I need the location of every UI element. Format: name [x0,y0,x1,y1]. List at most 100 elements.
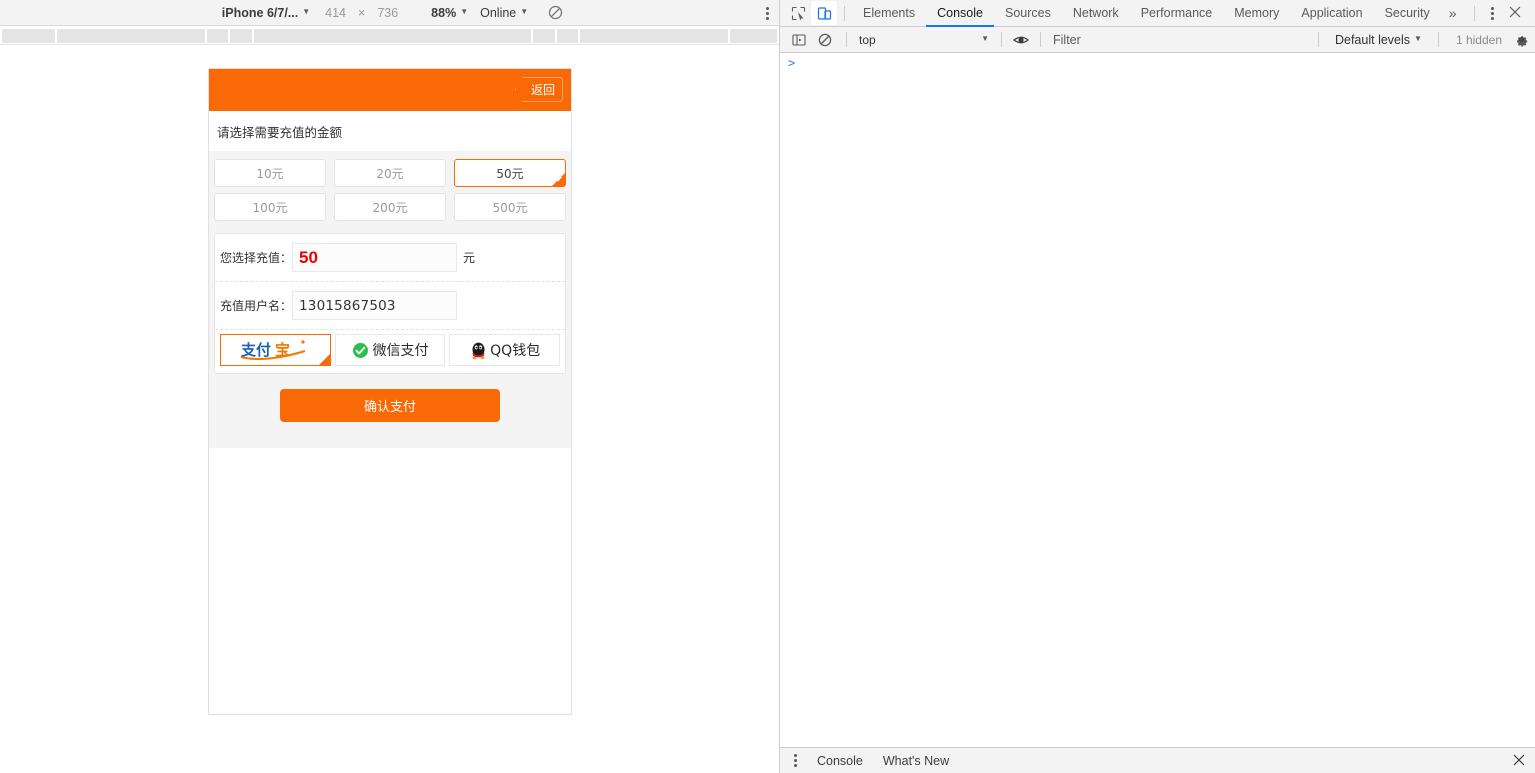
console-output[interactable]: > [780,53,1535,747]
inspect-element-icon[interactable] [785,1,811,25]
ruler-segment[interactable] [57,29,204,43]
ruler-segment[interactable] [533,29,555,43]
ruler-segment[interactable] [730,29,777,43]
zoom-level-label: 88% [431,6,456,20]
confirm-area: 确认支付 [209,374,571,440]
device-emulation-pane: iPhone 6/7/... ▼ 414 × 736 88% ▼ Online … [0,0,780,773]
console-sidebar-icon[interactable] [786,28,812,52]
kebab-dot [794,759,797,762]
hidden-messages-count: 1 hidden [1447,33,1511,47]
gear-icon[interactable] [1511,32,1535,47]
media-query-ruler[interactable] [0,26,779,45]
back-button[interactable]: 返回 [515,77,563,102]
no-throttling-icon[interactable] [548,5,563,20]
device-toolbar-icon[interactable] [811,1,837,25]
ruler-segment[interactable] [557,29,579,43]
tab-memory[interactable]: Memory [1223,0,1290,27]
payment-method-label: QQ钱包 [490,340,540,360]
ruler-segment[interactable] [2,29,55,43]
amount-option-20[interactable]: 20元 [334,159,446,187]
tab-label: Elements [863,6,915,20]
payment-method-qq[interactable]: QQ钱包 [449,334,560,366]
zoom-selector[interactable]: 88% ▼ [425,0,474,26]
kebab-dot [766,12,769,15]
console-filter-input[interactable] [1049,30,1310,50]
ruler-segment[interactable] [580,29,727,43]
tab-performance[interactable]: Performance [1130,0,1224,27]
drawer-menu-button[interactable] [784,754,807,767]
device-selector[interactable]: iPhone 6/7/... ▼ [216,0,316,26]
drawer-tab-console[interactable]: Console [807,748,873,773]
amount-option-label: 200元 [373,199,408,216]
username-input[interactable]: 13015867503 [292,291,457,320]
toolbar-divider [1438,32,1439,47]
more-tabs-button[interactable]: » [1441,5,1465,21]
tab-console[interactable]: Console [926,0,994,27]
confirm-payment-button[interactable]: 确认支付 [280,389,500,422]
console-prompt-row[interactable]: > [780,53,1535,72]
toolbar-divider [1474,6,1475,21]
device-selector-label: iPhone 6/7/... [222,6,298,20]
clear-console-icon[interactable] [812,28,838,52]
viewport-width-input[interactable]: 414 [316,6,355,20]
tab-label: Console [937,6,983,20]
drawer-tab-label: What's New [883,754,949,768]
tab-elements[interactable]: Elements [852,0,926,27]
console-prompt-arrow: > [788,56,795,70]
chevron-down-icon: ▼ [1414,34,1422,43]
amount-option-10[interactable]: 10元 [214,159,326,187]
ruler-segment[interactable] [207,29,229,43]
amount-option-100[interactable]: 100元 [214,193,326,221]
payment-method-row: 支付 宝 [215,330,565,373]
amount-option-500[interactable]: 500元 [454,193,566,221]
amount-option-grid: 10元 20元 50元 100元 200元 [209,151,571,229]
network-throttle-selector[interactable]: Online ▼ [474,0,534,26]
toolbar-divider [844,6,845,21]
amount-option-200[interactable]: 200元 [334,193,446,221]
execution-context-selector[interactable]: top ▼ [855,30,993,50]
tab-application[interactable]: Application [1290,0,1373,27]
amount-option-label: 100元 [253,199,288,216]
payment-method-label: 微信支付 [373,340,429,360]
payment-method-wechat[interactable]: 微信支付 [335,334,446,366]
amount-input-value: 50 [299,248,318,268]
tab-sources[interactable]: Sources [994,0,1062,27]
devtools-drawer: Console What's New [780,747,1535,773]
tab-network[interactable]: Network [1062,0,1130,27]
viewport-height-input[interactable]: 736 [368,6,407,20]
close-drawer-button[interactable] [1513,753,1525,769]
amount-option-label: 500元 [493,199,528,216]
devtools-tabbar-right [1467,5,1535,21]
recharge-form: 您选择充值： 50 元 充值用户名： 13015867503 [214,233,566,374]
devtools-main-menu-button[interactable] [1482,7,1503,20]
ruler-segment[interactable] [254,29,531,43]
tab-label: Sources [1005,6,1051,20]
drawer-tab-whats-new[interactable]: What's New [873,748,959,773]
payment-method-alipay[interactable]: 支付 宝 [220,334,331,366]
device-toolbar-menu-button[interactable] [766,0,769,26]
toolbar-divider [1318,32,1319,47]
tab-security[interactable]: Security [1374,0,1441,27]
tab-label: Network [1073,6,1119,20]
page-header: 返回 [209,69,571,111]
selected-check-icon [552,173,565,186]
ruler-segment[interactable] [230,29,252,43]
amount-input[interactable]: 50 [292,243,457,272]
device-viewport: 返回 请选择需要充值的金额 10元 20元 50元 [208,68,572,715]
kebab-dot [794,764,797,767]
kebab-dot [766,17,769,20]
username-row-label: 充值用户名： [220,297,292,314]
alipay-icon: 支付 宝 [239,338,311,362]
chevron-down-icon: ▼ [520,7,528,16]
toolbar-divider [846,32,847,47]
username-input-value: 13015867503 [299,298,396,314]
page-filler [209,448,571,715]
close-devtools-button[interactable] [1503,5,1527,21]
amount-option-label: 20元 [376,165,403,182]
selected-check-icon [319,354,330,365]
kebab-dot [794,754,797,757]
log-levels-selector[interactable]: Default levels ▼ [1327,33,1430,47]
console-toolbar: top ▼ Default levels ▼ 1 hidden [780,27,1535,53]
amount-option-50[interactable]: 50元 [454,159,566,187]
live-expression-icon[interactable] [1010,34,1032,46]
